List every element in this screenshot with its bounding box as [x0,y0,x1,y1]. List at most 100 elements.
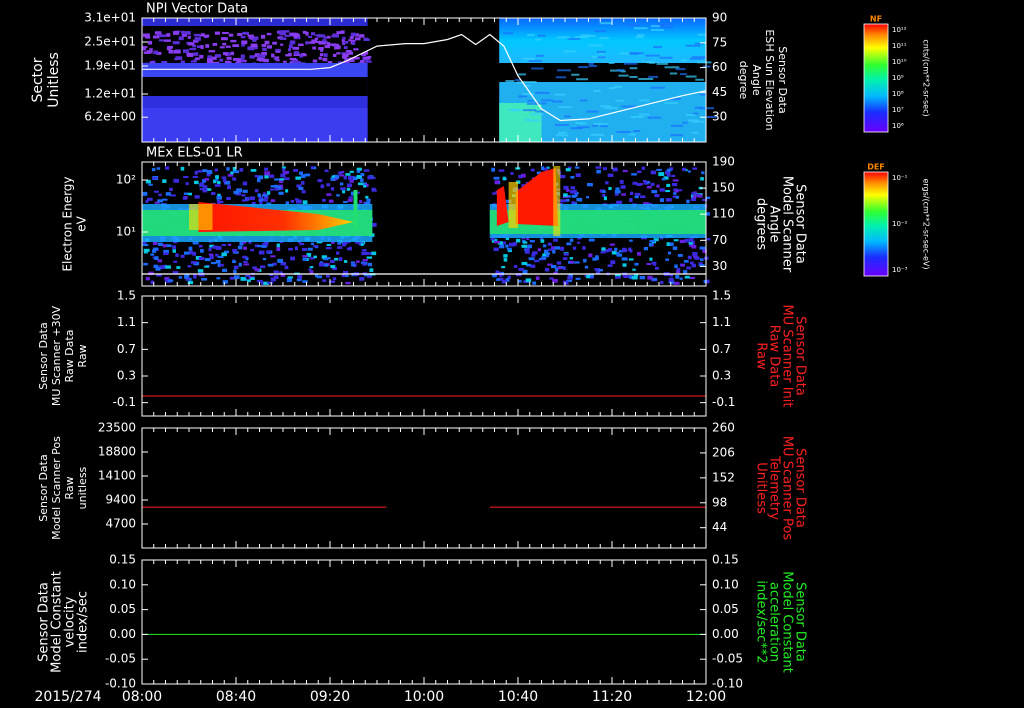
els-speckle [215,260,221,264]
els-speckle [584,265,589,269]
els-speckle [145,199,149,203]
npi-speckle [266,32,272,36]
els-speckle [324,263,328,267]
els-speckle [525,278,532,283]
els-speckle [552,250,556,254]
els-speckle [521,261,528,266]
els-edge [189,204,213,230]
els-speckle [204,177,210,181]
els-speckle [615,187,620,191]
npi-speckle [149,48,153,51]
els-speckle [569,238,574,242]
els-speckle [692,167,697,170]
npi-texture [647,116,662,119]
right-tick-label: 30 [712,110,727,124]
npi-speckle [219,46,225,49]
npi-speckle [241,40,248,45]
els-speckle [537,248,542,252]
npi-texture [620,70,626,73]
els-speckle [365,195,369,199]
els-speckle [302,255,308,258]
els-speckle [152,249,157,253]
right-tick-label: 0.7 [712,342,731,356]
panel-4-ylabel: Raw [63,476,76,499]
els-speckle [694,256,700,260]
npi-speckle [250,43,258,48]
npi-texture [556,36,570,39]
els-speckle [162,244,167,248]
els-speckle [328,199,334,203]
left-tick-label: 0.10 [109,577,136,591]
els-speckle [699,258,704,262]
npi-speckle [241,44,246,47]
els-speckle [267,263,274,267]
els-speckle [326,274,330,278]
els-speckle [178,276,182,279]
els-speckle [671,174,676,177]
left-tick-label: 3.1e+01 [84,11,136,25]
npi-speckle [284,34,291,37]
right-tick-label: 190 [712,155,735,169]
els-speckle [359,277,365,281]
npi-texture [696,61,712,64]
els-speckle [145,277,150,281]
els-speckle [622,263,627,267]
els-speckle [631,173,637,176]
els-speckle [343,175,347,180]
npi-texture [574,36,589,39]
els-speckle [586,274,591,279]
els-speckle [173,260,178,263]
npi-texture [645,54,660,57]
npi-texture [670,124,684,127]
npi-speckle [363,38,370,41]
npi-speckle [221,37,228,41]
els-speckle [647,181,651,184]
colorbar-1-tick: 10¹⁰ [892,58,907,66]
npi-speckle [335,45,341,49]
els-speckle [264,171,271,176]
npi-texture [682,121,688,124]
npi-texture [579,122,587,125]
npi-texture [586,110,599,113]
npi-texture [541,99,553,102]
npi-speckle [225,45,231,48]
els-speckle [683,270,688,274]
els-speckle [346,187,351,191]
els-speckle [264,174,269,179]
els-speckle [239,167,244,172]
els-speckle [276,243,280,248]
els-speckle [491,167,496,172]
els-speckle [563,193,568,197]
els-speckle [204,265,209,268]
els-speckle [582,246,586,250]
els-speckle [666,168,672,172]
els-speckle [587,183,593,187]
els-speckle [274,187,279,191]
els-speckle [171,245,177,249]
els-speckle [210,261,217,265]
panel-4-frame [141,427,707,549]
els-speckle [607,264,613,267]
els-speckle [183,175,189,179]
npi-speckle [280,43,284,46]
els-speckle [280,173,286,178]
els-speckle [570,176,575,179]
npi-speckle [345,49,352,53]
panel-1-right-label: degree [737,61,750,100]
els-speckle [152,241,158,245]
npi-texture [571,73,580,76]
els-speckle [543,244,547,248]
npi-speckle [289,40,296,45]
npi-texture [669,72,678,75]
els-speckle [324,169,329,172]
els-speckle [158,193,162,197]
els-speckle [676,267,681,271]
npi-speckle [322,57,328,62]
els-speckle [294,246,298,251]
els-speckle [233,190,239,195]
npi-speckle [289,57,297,61]
els-speckle [571,194,576,198]
npi-texture [511,109,519,112]
npi-speckle [143,51,151,54]
npi-speckle [318,40,323,44]
